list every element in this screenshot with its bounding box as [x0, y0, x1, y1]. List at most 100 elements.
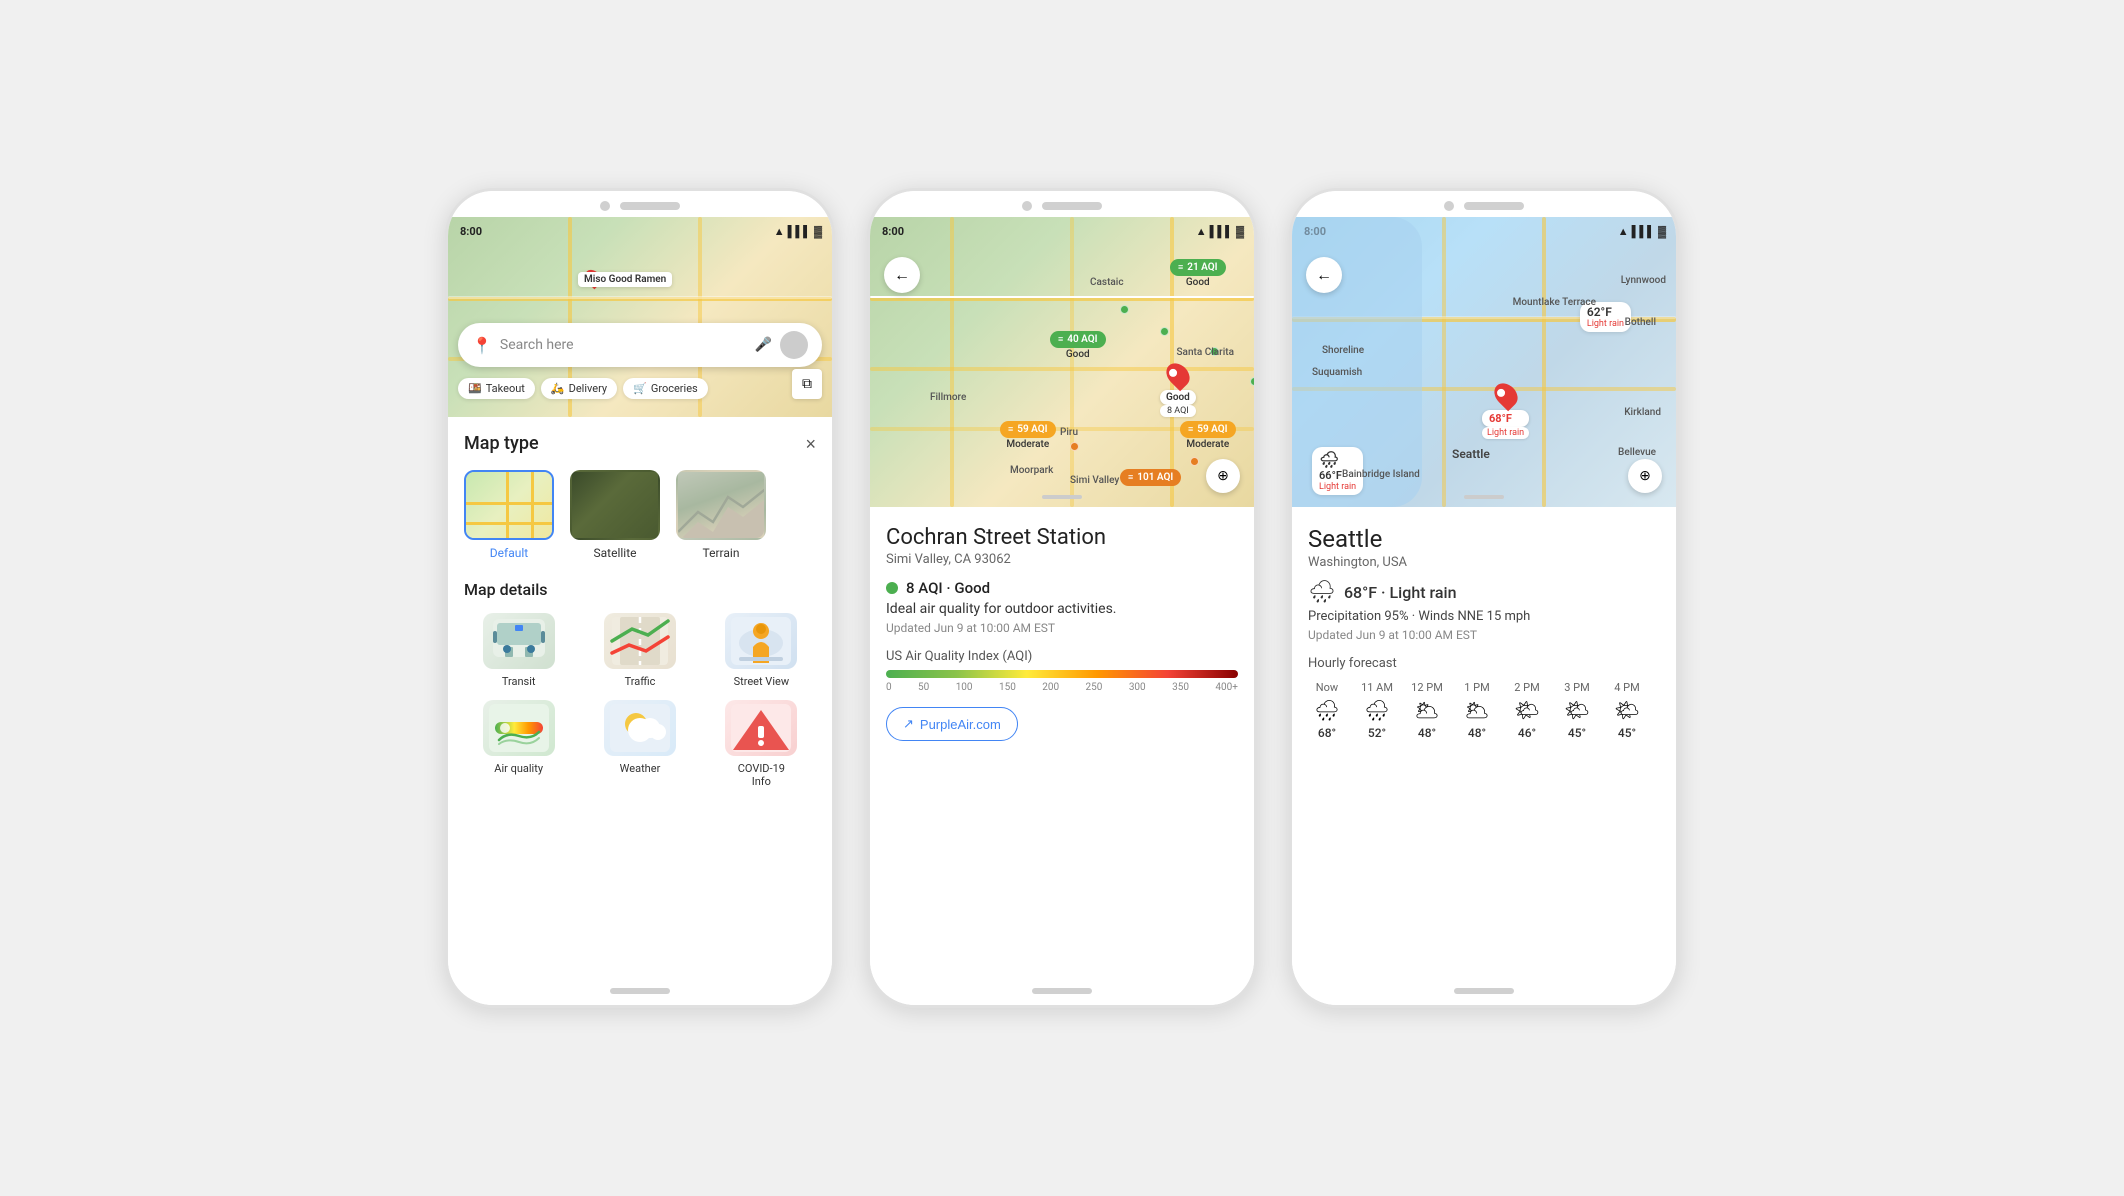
- chip-takeout[interactable]: 🍱 Takeout: [458, 378, 535, 399]
- wx-hourly-scroll: Now 🌧 68° 11 AM 🌧 52° 12 PM 🌥 48°: [1308, 681, 1660, 744]
- phone-3-camera: [1444, 201, 1454, 211]
- wx-crosshair-button[interactable]: ⊕: [1628, 459, 1662, 493]
- wx-hour-temp-3: 48°: [1468, 726, 1486, 740]
- wx-hour-temp-4: 46°: [1518, 726, 1536, 740]
- map-label-fillmore: Fillmore: [930, 392, 966, 403]
- bar-label-200: 200: [1042, 682, 1059, 693]
- aq-status-row: 8 AQI · Good: [886, 579, 1238, 597]
- user-avatar[interactable]: [780, 331, 808, 359]
- aq-status-dot: [886, 582, 898, 594]
- phone-1-content: 8:00 ▲ ▌▌▌ ▓ Miso Good Ramen: [448, 217, 832, 977]
- streetview-svg: [725, 613, 797, 669]
- aq-place-addr: Simi Valley, CA 93062: [886, 552, 1238, 567]
- external-link-icon: ↗: [903, 716, 914, 732]
- map-type-default[interactable]: Default: [464, 470, 554, 560]
- map-type-thumb-terrain: [676, 470, 766, 540]
- aq-status-time: 8:00: [882, 225, 904, 238]
- wx-hour-icon-6: 🌤: [1614, 698, 1639, 722]
- aq-status-icons: ▲ ▌▌▌ ▓: [1196, 225, 1244, 238]
- map-label-santaclarita: Santa Clarita: [1177, 347, 1235, 358]
- wx-hour-1pm: 1 PM 🌥 48°: [1458, 681, 1496, 740]
- streetview-icon: [725, 613, 797, 669]
- airquality-icon: [483, 700, 555, 756]
- map-label-lynnwood: Lynnwood: [1621, 275, 1666, 286]
- aq-gradient-bar: [886, 670, 1238, 678]
- purpleair-link[interactable]: ↗ PurpleAir.com: [886, 707, 1018, 741]
- traffic-label: Traffic: [625, 675, 656, 688]
- wx-info: Seattle Washington, USA 🌧 68°F · Light r…: [1292, 507, 1676, 977]
- wx-hour-temp-1: 52°: [1368, 726, 1386, 740]
- aq-badge-2: ≡ 40 AQI Good: [1050, 327, 1106, 360]
- chip-groceries[interactable]: 🛒 Groceries: [623, 378, 708, 399]
- transit-label: Transit: [502, 675, 536, 688]
- detail-streetview[interactable]: Street View: [707, 613, 816, 688]
- phone-1-top: [448, 191, 832, 217]
- detail-covid[interactable]: COVID-19 Info: [707, 700, 816, 788]
- phone-2: 8:00 ▲ ▌▌▌ ▓ ← ≡ 21 AQ: [867, 188, 1257, 1008]
- wx-updated: Updated Jun 9 at 10:00 AM EST: [1308, 628, 1660, 642]
- phone-2-bottom: [870, 977, 1254, 1005]
- wx-hour-12pm: 12 PM 🌥 48°: [1408, 681, 1446, 740]
- wx-map: 8:00 ▲ ▌▌▌ ▓ ← 62°F Light: [1292, 217, 1676, 507]
- weather-label: Weather: [620, 762, 661, 775]
- close-button[interactable]: ×: [805, 435, 816, 453]
- wifi-icon: ▲: [774, 225, 785, 238]
- signal-icon: ▌▌▌: [788, 225, 811, 238]
- map-quick-actions: 🍱 Takeout 🛵 Delivery 🛒 Groceries: [458, 378, 822, 399]
- map-type-terrain[interactable]: Terrain: [676, 470, 766, 560]
- mic-icon[interactable]: 🎤: [755, 337, 772, 353]
- map-type-label-satellite: Satellite: [594, 546, 637, 560]
- phone-2-camera: [1022, 201, 1032, 211]
- wx-hour-11am: 11 AM 🌧 52°: [1358, 681, 1396, 740]
- detail-weather[interactable]: Weather: [585, 700, 694, 788]
- wx-back-button[interactable]: ←: [1306, 257, 1342, 293]
- panel-header: Map type ×: [464, 433, 816, 454]
- aq-place-name: Cochran Street Station: [886, 525, 1238, 550]
- phone-1-camera: [600, 201, 610, 211]
- streetview-label: Street View: [734, 675, 790, 688]
- wx-hour-2pm: 2 PM 🌤 46°: [1508, 681, 1546, 740]
- phone-1-bottom: [448, 977, 832, 1005]
- detail-airquality[interactable]: Air quality: [464, 700, 573, 788]
- map-status-icons: ▲ ▌▌▌ ▓: [774, 225, 822, 238]
- wx-rain-icon: 🌧: [1308, 580, 1336, 605]
- wx-hour-label-1: 11 AM: [1361, 681, 1393, 694]
- phone-2-home: [1032, 988, 1092, 994]
- aq-bar-labels: 0 50 100 150 200 250 300 350 400+: [886, 682, 1238, 693]
- phone-1: 8:00 ▲ ▌▌▌ ▓ Miso Good Ramen: [445, 188, 835, 1008]
- panel-title: Map type: [464, 433, 539, 454]
- aq-crosshair-button[interactable]: ⊕: [1206, 459, 1240, 493]
- aq-back-button[interactable]: ←: [884, 257, 920, 293]
- phone-2-content: 8:00 ▲ ▌▌▌ ▓ ← ≡ 21 AQ: [870, 217, 1254, 977]
- phone-1-speaker: [620, 202, 680, 210]
- terrain-svg: [678, 472, 766, 540]
- transit-icon: [483, 613, 555, 669]
- delivery-icon: 🛵: [551, 382, 565, 395]
- map-type-label-terrain: Terrain: [703, 546, 740, 560]
- aq-wifi-icon: ▲: [1196, 225, 1207, 238]
- bar-label-400: 400+: [1215, 682, 1238, 693]
- wx-status-icons: ▲ ▌▌▌ ▓: [1618, 225, 1666, 238]
- wx-main-marker: 68°F Light rain: [1482, 382, 1529, 439]
- map-label-kirkland: Kirkland: [1624, 407, 1661, 418]
- detail-transit[interactable]: Transit: [464, 613, 573, 688]
- wx-hour-label-0: Now: [1316, 681, 1338, 694]
- map-preview: 8:00 ▲ ▌▌▌ ▓ Miso Good Ramen: [448, 217, 832, 417]
- wx-hour-label-4: 2 PM: [1514, 681, 1539, 694]
- map-search-bar[interactable]: 📍 Search here 🎤: [458, 323, 822, 367]
- detail-traffic[interactable]: Traffic: [585, 613, 694, 688]
- wx-hour-label-2: 12 PM: [1411, 681, 1443, 694]
- map-type-satellite[interactable]: Satellite: [570, 470, 660, 560]
- chip-delivery[interactable]: 🛵 Delivery: [541, 378, 617, 399]
- phone-3-bottom: [1292, 977, 1676, 1005]
- takeout-icon: 🍱: [468, 382, 482, 395]
- wx-current-temp: 68°F · Light rain: [1344, 583, 1457, 602]
- wx-hour-icon-0: 🌧: [1314, 698, 1339, 722]
- bar-label-50: 50: [918, 682, 929, 693]
- map-label-bothell: Bothell: [1625, 317, 1656, 328]
- layers-button[interactable]: ⧉: [792, 369, 822, 399]
- maps-logo: 📍: [472, 336, 492, 355]
- map-type-label-default: Default: [490, 546, 528, 560]
- aq-badge-1: ≡ 21 AQI Good: [1170, 255, 1226, 288]
- phone-3-top: [1292, 191, 1676, 217]
